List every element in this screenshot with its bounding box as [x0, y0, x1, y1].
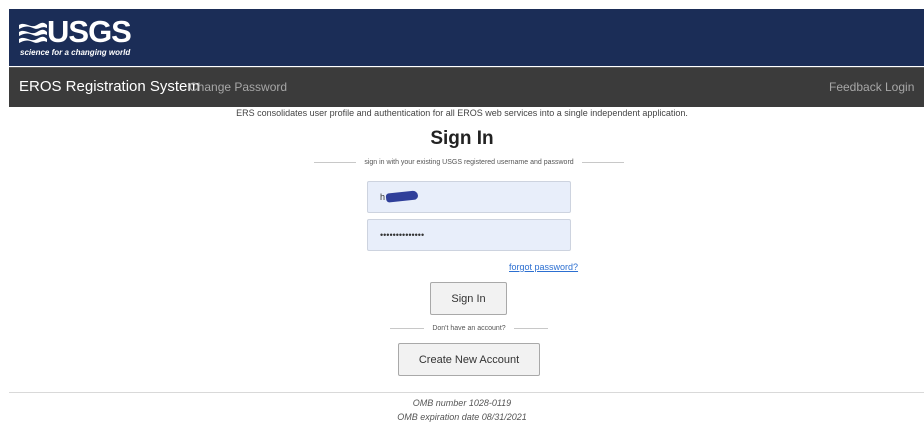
divider-line — [581, 162, 625, 163]
nav-link-login[interactable]: Login — [885, 80, 914, 94]
logo-tagline: science for a changing world — [20, 48, 131, 57]
sign-in-button[interactable]: Sign In — [430, 282, 507, 315]
logo-wordmark: USGS — [47, 14, 132, 49]
divider-line — [390, 328, 425, 329]
omb-expiration: OMB expiration date 08/31/2021 — [397, 412, 527, 422]
username-field-wrapper — [367, 181, 571, 213]
divider-line — [314, 162, 357, 163]
divider-line — [513, 328, 548, 329]
footer-divider — [9, 392, 924, 393]
forgot-password-link[interactable]: forgot password? — [509, 262, 578, 272]
page-title: Sign In — [430, 128, 494, 149]
omb-number: OMB number 1028-0119 — [412, 398, 512, 408]
sign-in-subtitle-divider: sign in with your existing USGS register… — [314, 159, 625, 166]
nav-link-feedback[interactable]: Feedback — [829, 80, 882, 94]
intro-text: ERS consolidates user profile and authen… — [236, 108, 688, 118]
header-banner: USGS science for a changing world — [9, 9, 924, 66]
password-input[interactable] — [367, 219, 571, 251]
usgs-wave-icon — [19, 22, 47, 43]
create-account-button[interactable]: Create New Account — [398, 343, 540, 376]
top-navbar: EROS Registration System Change Password… — [9, 67, 924, 107]
nav-link-change-password[interactable]: Change Password — [189, 80, 287, 94]
nav-brand[interactable]: EROS Registration System — [19, 78, 200, 95]
sign-in-subtitle: sign in with your existing USGS register… — [364, 159, 574, 166]
register-prompt: Don't have an account? — [432, 325, 506, 332]
usgs-logo[interactable]: USGS science for a changing world — [19, 14, 159, 58]
register-prompt-divider: Don't have an account? — [390, 325, 548, 332]
